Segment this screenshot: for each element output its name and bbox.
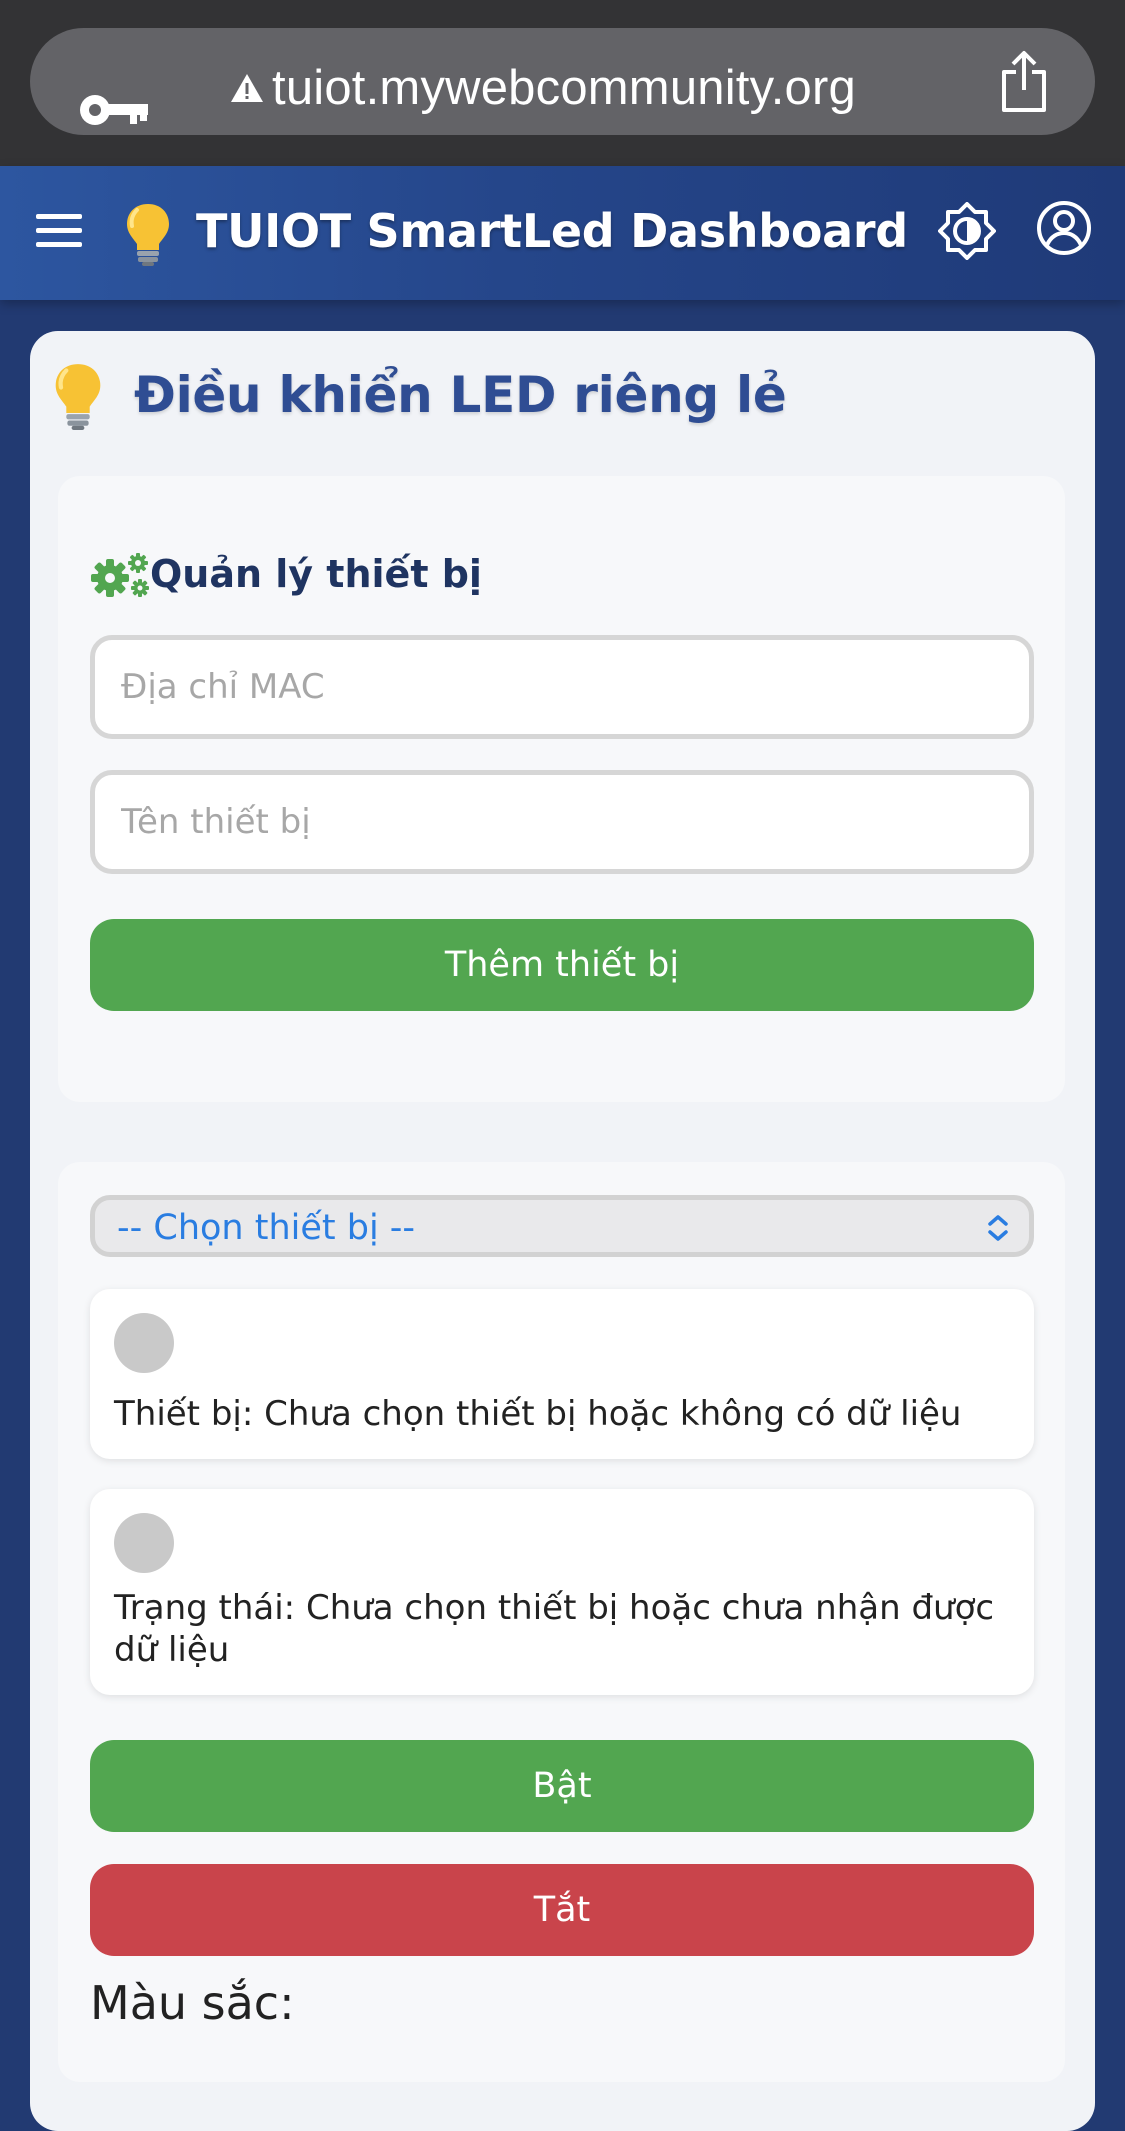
key-icon[interactable]: [78, 92, 150, 128]
lightbulb-icon: [127, 204, 169, 266]
browser-toolbar: tuiot.mywebcommunity.org: [0, 0, 1125, 166]
account-circle-icon[interactable]: [1036, 200, 1092, 256]
brightness-icon[interactable]: [938, 202, 996, 260]
device-indicator: [114, 1313, 174, 1373]
page-title: Điều khiển LED riêng lẻ: [134, 366, 787, 424]
color-label: Màu sắc:: [90, 1976, 295, 2030]
status-indicator: [114, 1513, 174, 1573]
device-select-value: -- Chọn thiết bị --: [117, 1208, 416, 1248]
address-bar[interactable]: tuiot.mywebcommunity.org: [30, 28, 1095, 135]
device-info-card: Thiết bị: Chưa chọn thiết bị hoặc không …: [90, 1289, 1034, 1459]
status-info-text: Trạng thái: Chưa chọn thiết bị hoặc chưa…: [114, 1588, 995, 1670]
hamburger-menu-icon[interactable]: [34, 210, 84, 250]
mac-address-input[interactable]: [90, 635, 1034, 739]
warning-triangle-icon: [231, 74, 263, 102]
gears-icon: [91, 553, 149, 597]
turn-on-button[interactable]: Bật: [90, 1740, 1034, 1832]
add-device-button[interactable]: Thêm thiết bị: [90, 919, 1034, 1011]
lightbulb-icon: [55, 364, 101, 430]
url-text: tuiot.mywebcommunity.org: [272, 61, 856, 115]
app-title: TUIOT SmartLed Dashboard: [196, 204, 908, 258]
turn-off-button[interactable]: Tắt: [90, 1864, 1034, 1956]
status-info-card: Trạng thái: Chưa chọn thiết bị hoặc chưa…: [90, 1489, 1034, 1695]
chevron-updown-icon: [988, 1215, 1008, 1241]
section-title: Quản lý thiết bị: [150, 552, 482, 596]
app-header: TUIOT SmartLed Dashboard: [0, 166, 1125, 300]
device-info-text: Thiết bị: Chưa chọn thiết bị hoặc không …: [114, 1394, 962, 1434]
device-select[interactable]: -- Chọn thiết bị --: [90, 1195, 1034, 1257]
url-display[interactable]: tuiot.mywebcommunity.org: [230, 56, 930, 120]
device-name-input[interactable]: [90, 770, 1034, 874]
share-icon[interactable]: [996, 50, 1052, 114]
